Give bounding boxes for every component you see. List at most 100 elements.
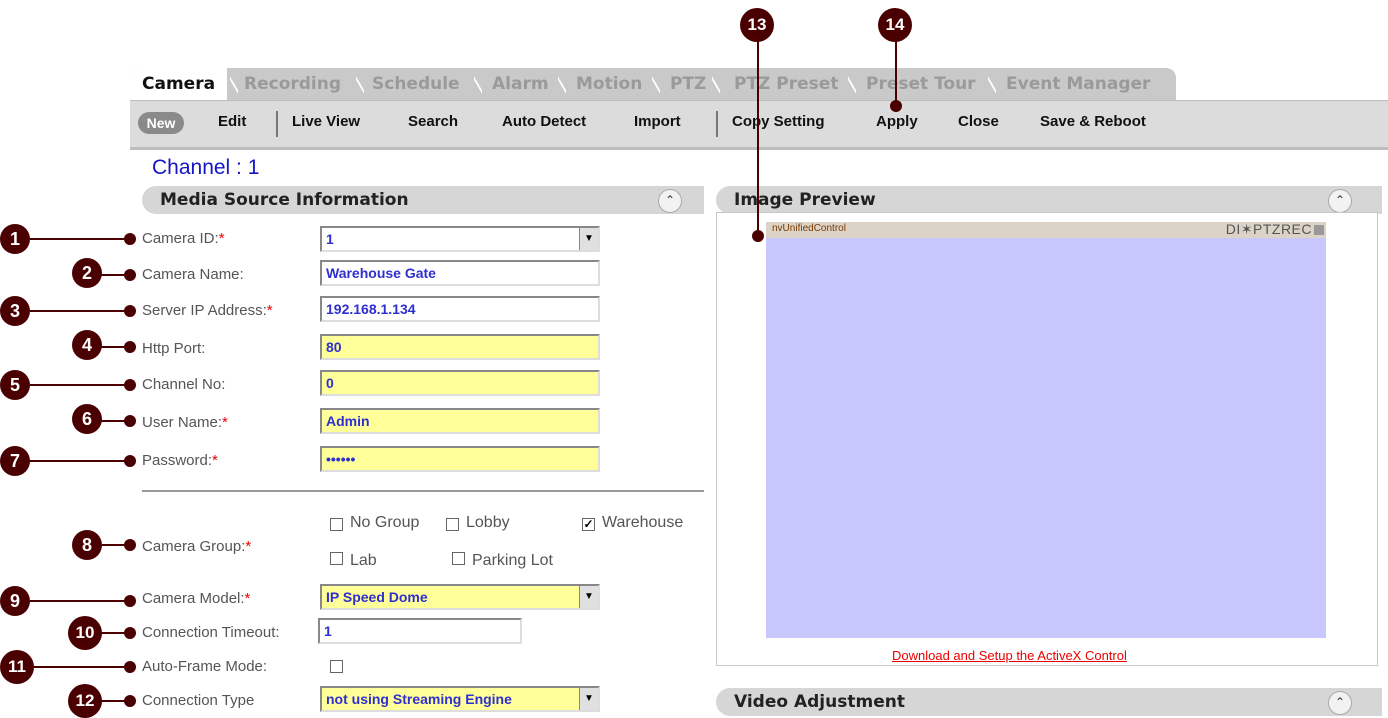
- warehouse-checkbox[interactable]: ✓: [582, 518, 595, 531]
- tab-ptz-preset[interactable]: PTZ Preset: [734, 68, 838, 100]
- warehouse-label: Warehouse: [602, 514, 684, 531]
- password-label: Password:*: [142, 452, 218, 469]
- server-ip-label: Server IP Address:*: [142, 302, 273, 319]
- callout-line: [757, 28, 759, 236]
- control-name: nvUnifiedControl: [772, 223, 846, 234]
- tab-recording[interactable]: Recording: [244, 68, 341, 100]
- auto-detect-button[interactable]: Auto Detect: [502, 113, 586, 130]
- camera-model-label: Camera Model:*: [142, 590, 251, 607]
- callout-dot: [124, 539, 136, 551]
- media-source-header: Media Source Information ⌃: [142, 186, 704, 214]
- callout-dot: [890, 100, 902, 112]
- parking-lot-checkbox[interactable]: [452, 552, 465, 565]
- http-port-field[interactable]: 80: [320, 334, 600, 360]
- download-activex-link[interactable]: Download and Setup the ActiveX Control: [892, 648, 1127, 663]
- callout-7: 7: [0, 446, 30, 476]
- camera-id-select[interactable]: 1 ▼: [320, 226, 600, 252]
- user-name-field[interactable]: Admin: [320, 408, 600, 434]
- callout-12: 12: [68, 684, 102, 718]
- tab-ptz[interactable]: PTZ: [670, 68, 706, 100]
- lab-checkbox[interactable]: [330, 552, 343, 565]
- connection-timeout-field[interactable]: 1: [318, 618, 522, 644]
- callout-10: 10: [68, 616, 102, 650]
- copy-setting-button[interactable]: Copy Setting: [732, 113, 825, 130]
- callout-1: 1: [0, 224, 30, 254]
- channel-title: Channel : 1: [152, 156, 260, 179]
- tab-bar: Camera Recording Schedule Alarm Motion P…: [130, 68, 1176, 100]
- save-reboot-button[interactable]: Save & Reboot: [1040, 113, 1146, 130]
- callout-14: 14: [878, 8, 912, 42]
- callout-dot: [124, 455, 136, 467]
- callout-dot: [124, 415, 136, 427]
- auto-frame-label: Auto-Frame Mode:: [142, 658, 268, 675]
- collapse-icon[interactable]: ⌃: [658, 189, 682, 213]
- image-preview-title: Image Preview: [734, 190, 876, 210]
- tab-divider: [712, 72, 720, 98]
- callout-dot: [124, 595, 136, 607]
- apply-button[interactable]: Apply: [876, 113, 918, 130]
- tab-divider: [230, 72, 238, 98]
- callout-dot: [124, 269, 136, 281]
- camera-model-select[interactable]: IP Speed Dome ▼: [320, 584, 600, 610]
- search-button[interactable]: Search: [408, 113, 458, 130]
- callout-6: 6: [72, 404, 102, 434]
- tab-preset-tour[interactable]: Preset Tour: [866, 68, 976, 100]
- control-status: DI✶PTZREC: [1225, 221, 1312, 237]
- toolbar-divider: [276, 111, 278, 137]
- camera-name-field[interactable]: Warehouse Gate: [320, 260, 600, 286]
- no-group-label: No Group: [350, 514, 420, 531]
- tab-divider: [848, 72, 856, 98]
- auto-frame-checkbox[interactable]: [330, 660, 343, 673]
- activex-control-bar: nvUnifiedControl DI✶PTZREC: [766, 221, 1326, 238]
- callout-dot: [124, 305, 136, 317]
- callout-dot: [124, 233, 136, 245]
- server-ip-field[interactable]: 192.168.1.134: [320, 296, 600, 322]
- tab-alarm[interactable]: Alarm: [492, 68, 549, 100]
- callout-dot: [124, 341, 136, 353]
- import-button[interactable]: Import: [634, 113, 681, 130]
- camera-name-label: Camera Name:: [142, 266, 244, 283]
- connection-type-select[interactable]: not using Streaming Engine ▼: [320, 686, 600, 712]
- live-view-button[interactable]: Live View: [292, 113, 360, 130]
- callout-dot: [124, 379, 136, 391]
- camera-id-label: Camera ID:*: [142, 230, 225, 247]
- chevron-down-icon[interactable]: ▼: [579, 586, 598, 608]
- callout-2: 2: [72, 258, 102, 288]
- callout-line: [26, 666, 130, 668]
- tab-motion[interactable]: Motion: [576, 68, 642, 100]
- lab-label: Lab: [350, 552, 377, 569]
- user-name-label: User Name:*: [142, 414, 228, 431]
- callout-dot: [124, 661, 136, 673]
- collapse-icon[interactable]: ⌃: [1328, 691, 1352, 715]
- new-button[interactable]: New: [138, 112, 184, 134]
- video-adjustment-header: Video Adjustment ⌃: [716, 688, 1382, 716]
- tab-event-manager[interactable]: Event Manager: [1006, 68, 1150, 100]
- callout-line: [26, 384, 130, 386]
- callout-3: 3: [0, 296, 30, 326]
- callout-4: 4: [72, 330, 102, 360]
- close-button[interactable]: Close: [958, 113, 999, 130]
- password-field[interactable]: ••••••: [320, 446, 600, 472]
- chevron-down-icon[interactable]: ▼: [579, 688, 598, 710]
- lobby-checkbox[interactable]: [446, 518, 459, 531]
- chevron-down-icon[interactable]: ▼: [579, 228, 598, 250]
- status-square-icon: [1314, 225, 1324, 235]
- video-preview[interactable]: [766, 238, 1326, 638]
- collapse-icon[interactable]: ⌃: [1328, 189, 1352, 213]
- tab-schedule[interactable]: Schedule: [372, 68, 460, 100]
- connection-timeout-label: Connection Timeout:: [142, 624, 280, 641]
- edit-button[interactable]: Edit: [218, 113, 246, 130]
- callout-dot: [752, 230, 764, 242]
- no-group-checkbox[interactable]: [330, 518, 343, 531]
- channel-no-field[interactable]: 0: [320, 370, 600, 396]
- camera-group-label: Camera Group:*: [142, 538, 252, 555]
- media-source-title: Media Source Information: [160, 190, 409, 210]
- tab-divider: [652, 72, 660, 98]
- tab-camera[interactable]: Camera: [130, 68, 228, 100]
- parking-lot-label: Parking Lot: [472, 552, 553, 569]
- callout-line: [26, 460, 130, 462]
- image-preview-header: Image Preview ⌃: [716, 186, 1382, 214]
- callout-8: 8: [72, 530, 102, 560]
- toolbar: New Edit Live View Search Auto Detect Im…: [130, 100, 1388, 150]
- video-adjustment-title: Video Adjustment: [734, 692, 905, 712]
